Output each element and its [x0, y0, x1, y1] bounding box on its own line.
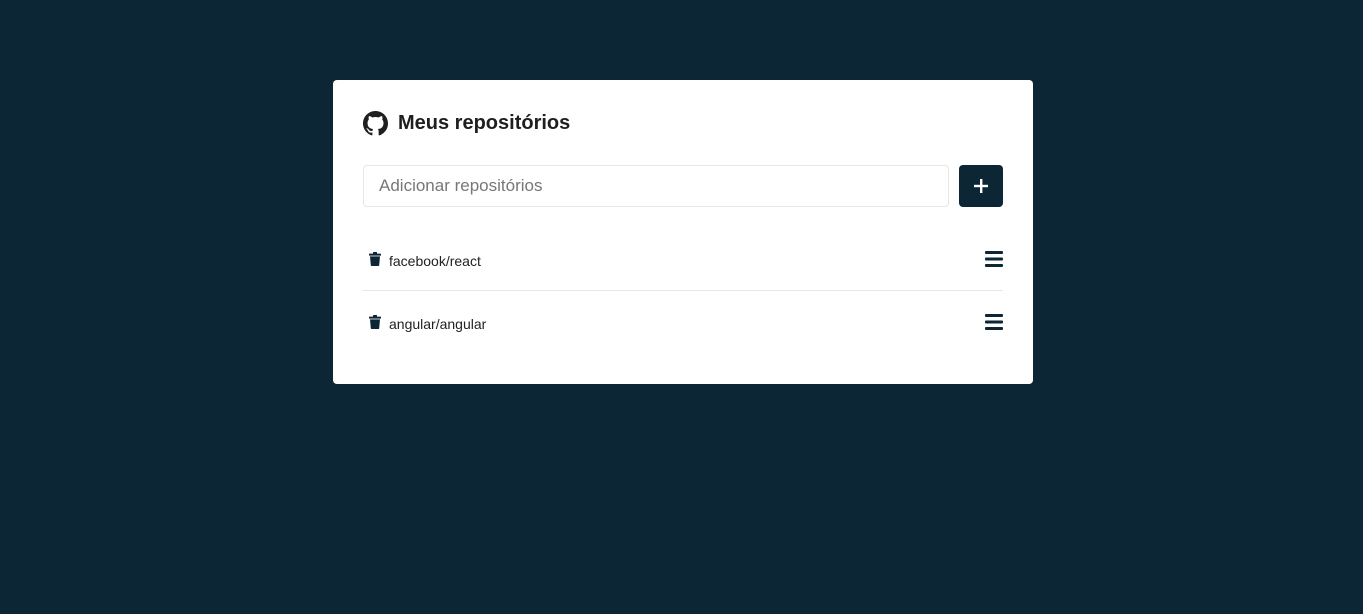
repository-list: facebook/react angular/angular	[363, 227, 1003, 353]
bars-icon	[985, 314, 1003, 330]
add-repository-input[interactable]	[363, 165, 949, 207]
repositories-card: Meus repositórios facebook/react	[333, 80, 1033, 384]
add-repository-form	[363, 165, 1003, 207]
page-title: Meus repositórios	[398, 111, 571, 134]
plus-icon	[974, 179, 988, 193]
trash-icon	[369, 315, 381, 329]
add-repository-button[interactable]	[959, 165, 1003, 207]
delete-repository-button[interactable]	[369, 315, 381, 329]
repository-details-link[interactable]	[985, 314, 1003, 330]
delete-repository-button[interactable]	[369, 251, 381, 266]
repository-item-left: angular/angular	[369, 314, 487, 332]
repository-name: angular/angular	[389, 316, 487, 332]
repository-details-link[interactable]	[985, 250, 1003, 267]
bars-icon	[985, 250, 1003, 267]
repository-name: facebook/react	[389, 252, 481, 269]
repository-item-left: facebook/react	[369, 251, 481, 269]
repository-list-item: facebook/react	[363, 227, 1003, 290]
card-header: Meus repositórios	[363, 110, 1003, 136]
trash-icon	[369, 251, 381, 266]
repository-list-item: angular/angular	[363, 290, 1003, 353]
github-icon	[363, 110, 388, 136]
